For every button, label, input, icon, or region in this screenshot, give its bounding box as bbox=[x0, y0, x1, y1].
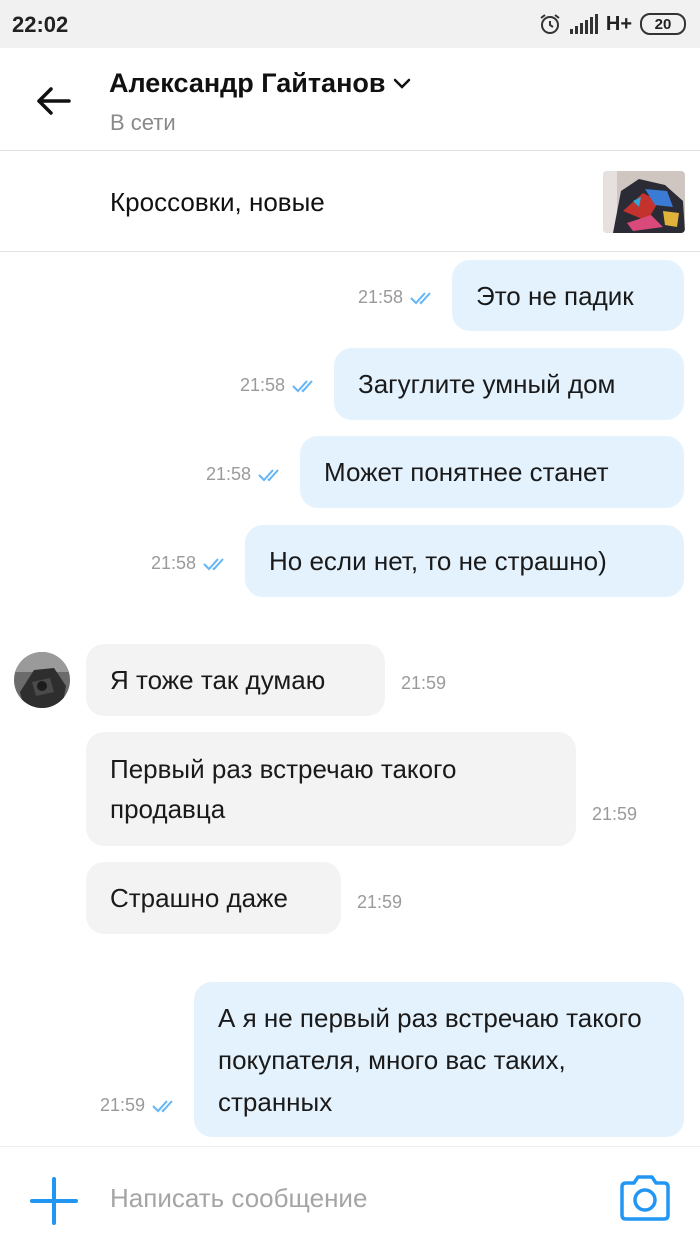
alarm-icon bbox=[540, 14, 560, 34]
message-text: Страшно даже bbox=[110, 883, 288, 913]
message-meta: 21:59 bbox=[401, 673, 446, 694]
message-time: 21:58 bbox=[240, 375, 286, 395]
attach-button[interactable] bbox=[28, 1175, 80, 1227]
message-bubble-incoming[interactable]: Я тоже так думаю bbox=[86, 644, 385, 716]
read-ticks-icon bbox=[258, 468, 279, 481]
message-input[interactable] bbox=[110, 1177, 590, 1219]
message-composer bbox=[0, 1146, 700, 1244]
status-bar: 22:02 H+ 20 bbox=[0, 0, 700, 48]
message-text: Но если нет, то не страшно) bbox=[269, 546, 607, 576]
contact-name-button[interactable]: Александр Гайтанов bbox=[109, 68, 411, 99]
contact-status: В сети bbox=[110, 110, 176, 135]
status-icons: H+ 20 bbox=[538, 10, 686, 38]
message-time: 21:59 bbox=[357, 892, 403, 912]
camera-icon bbox=[620, 1175, 670, 1221]
read-ticks-icon bbox=[292, 379, 313, 392]
message-bubble-outgoing[interactable]: Загуглите умный дом bbox=[334, 348, 684, 420]
message-text: Загуглите умный дом bbox=[358, 369, 616, 399]
read-ticks-icon bbox=[203, 557, 224, 570]
signal-icon bbox=[569, 14, 598, 34]
message-list[interactable]: 21:58 Это не падик 21:58 Загуглите умный… bbox=[0, 253, 700, 1146]
message-bubble-outgoing[interactable]: Это не падик bbox=[452, 260, 684, 331]
camera-button[interactable] bbox=[618, 1173, 672, 1223]
message-bubble-incoming[interactable]: Первый раз встречаю такого продавца bbox=[86, 732, 576, 846]
message-text: А я не первый раз встречаю такого покупа… bbox=[218, 1002, 642, 1117]
message-meta: 21:59 bbox=[592, 804, 637, 825]
read-ticks-icon bbox=[152, 1099, 173, 1112]
message-meta: 21:59 bbox=[100, 1095, 179, 1116]
message-bubble-outgoing[interactable]: Может понятнее станет bbox=[300, 436, 684, 508]
message-time: 21:59 bbox=[100, 1095, 146, 1115]
message-text: Может понятнее станет bbox=[324, 457, 609, 487]
message-time: 21:59 bbox=[401, 673, 447, 693]
message-text: Это не падик bbox=[476, 280, 634, 311]
message-time: 21:59 bbox=[592, 804, 638, 824]
read-ticks-icon bbox=[410, 291, 431, 304]
back-arrow-icon bbox=[37, 87, 71, 115]
contact-avatar[interactable] bbox=[14, 652, 70, 708]
battery-level: 20 bbox=[654, 15, 672, 33]
back-button[interactable] bbox=[30, 78, 76, 124]
product-banner[interactable]: Кроссовки, новые bbox=[0, 152, 700, 252]
battery-icon: 20 bbox=[640, 13, 686, 35]
message-bubble-outgoing[interactable]: Но если нет, то не страшно) bbox=[245, 525, 684, 597]
message-bubble-outgoing[interactable]: А я не первый раз встречаю такого покупа… bbox=[194, 982, 684, 1137]
message-bubble-incoming[interactable]: Страшно даже bbox=[86, 862, 341, 934]
message-meta: 21:58 bbox=[240, 375, 319, 396]
message-meta: 21:58 bbox=[206, 464, 285, 485]
chevron-down-icon bbox=[394, 78, 411, 89]
product-thumbnail bbox=[603, 171, 685, 233]
plus-icon bbox=[30, 1177, 78, 1225]
message-text: Первый раз встречаю такого продавца bbox=[110, 754, 457, 824]
message-meta: 21:58 bbox=[358, 287, 437, 308]
message-meta: 21:59 bbox=[357, 892, 402, 913]
message-text: Я тоже так думаю bbox=[110, 665, 326, 695]
message-meta: 21:58 bbox=[151, 553, 230, 574]
status-time: 22:02 bbox=[12, 12, 69, 37]
contact-name: Александр Гайтанов bbox=[109, 68, 386, 98]
network-type: H+ bbox=[605, 12, 632, 35]
message-time: 21:58 bbox=[358, 287, 404, 307]
chat-header: Александр Гайтанов В сети bbox=[0, 48, 700, 151]
message-time: 21:58 bbox=[206, 464, 252, 484]
message-time: 21:58 bbox=[151, 553, 197, 573]
product-title: Кроссовки, новые bbox=[110, 187, 325, 217]
